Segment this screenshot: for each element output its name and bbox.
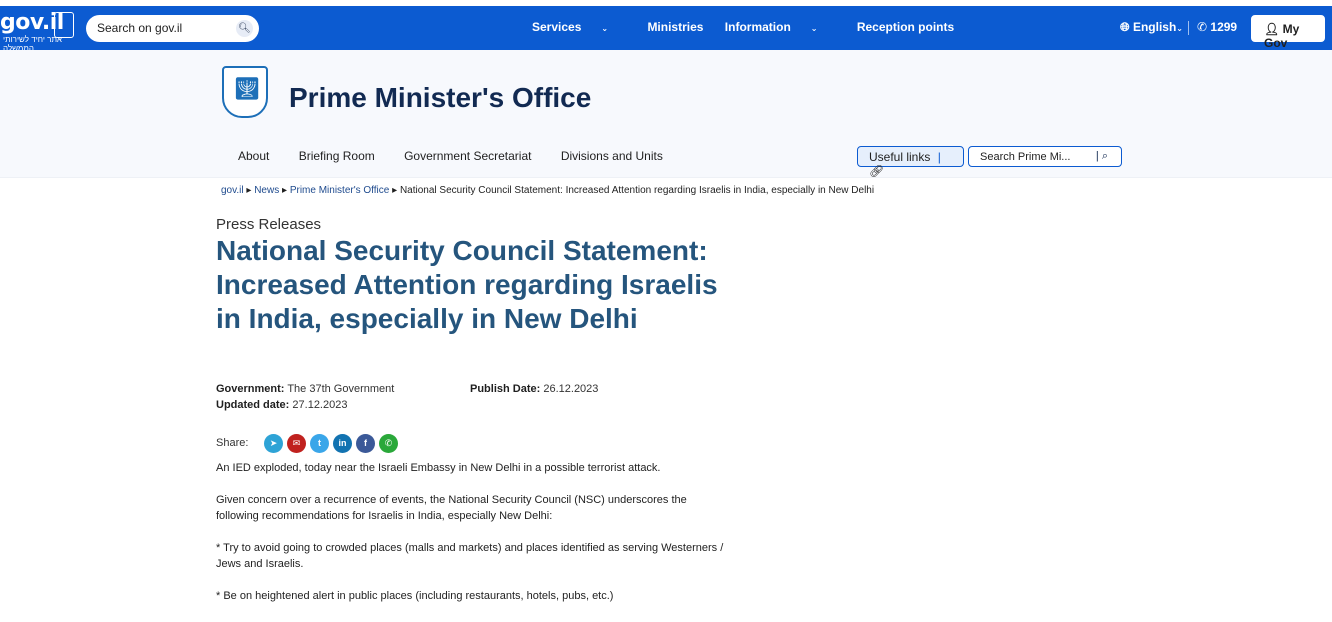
link-icon: 🔗︎ [869,164,885,178]
nav-ministries[interactable]: Ministries [647,20,703,34]
subnav-divisions-units[interactable]: Divisions and Units [561,149,663,163]
chevron-down-icon: ⌄ [810,24,818,33]
breadcrumb-current: National Security Council Statement: Inc… [399,185,875,196]
subnav-about[interactable]: About [238,149,269,163]
globe-icon: 🌐︎ [1120,20,1130,34]
article-category: Press Releases [216,216,322,233]
email-icon[interactable]: ✉ [287,434,306,453]
chevron-right-icon: ▸ [282,185,290,196]
chevron-down-icon: ⌄ [601,24,609,33]
article-paragraph: Given concern over a recurrence of event… [216,494,687,522]
nav-information[interactable]: Information ⌄ [725,20,836,34]
breadcrumb-news[interactable]: News [254,185,279,196]
subnav-briefing-room[interactable]: Briefing Room [299,149,375,163]
search-placeholder: Search on gov.il [97,21,183,35]
article-title: National Security Council Statement: Inc… [216,235,718,334]
linkedin-icon[interactable]: in [333,434,352,453]
share-label: Share: [216,437,249,449]
state-emblem-icon[interactable]: 🕎︎ [222,66,268,118]
whatsapp-icon[interactable]: ✆ [379,434,398,453]
top-bar: gov.il אתר יחיד לשירותי הממשלה Search on… [0,6,1332,53]
twitter-icon[interactable]: t [310,434,329,453]
facebook-icon[interactable]: f [356,434,375,453]
chevron-down-icon: ⌄ [1176,24,1183,33]
search-icon[interactable]: | ⌕ [1096,150,1108,163]
article-paragraph: * Try to avoid going to crowded places (… [216,542,724,570]
language-selector[interactable]: 🌐︎ English⌄ [1120,20,1183,35]
phone-icon: ✆ [1197,20,1208,34]
meta-government: Government: The 37th Government [216,383,395,395]
main-nav: Services ⌄ Ministries Information ⌄ Recept… [532,20,972,34]
chevron-right-icon: ▸ [392,185,400,196]
breadcrumb-gov-il[interactable]: gov.il [221,185,244,196]
meta-updated-date: Updated date: 27.12.2023 [216,399,348,411]
search-icon[interactable]: 🔍︎ [236,20,253,37]
section-nav: About Briefing Room Government Secretari… [238,149,689,163]
gov-il-logo[interactable]: gov.il אתר יחיד לשירותי הממשלה [0,8,78,53]
breadcrumb: gov.il ▸ News ▸ Prime Minister's Office … [221,185,874,196]
my-gov-button[interactable]: 👤︎ My Gov [1251,15,1325,50]
menorah-icon [54,12,74,38]
site-search-input[interactable]: Search Prime Mi... | ⌕ [968,146,1122,167]
site-header: 🕎︎ Prime Minister's Office About Briefin… [0,50,1332,178]
telegram-icon[interactable]: ➤ [264,434,283,453]
useful-links-button[interactable]: Useful links | 🔗︎ [857,146,964,178]
article-paragraph: An IED exploded, today near the Israeli … [216,462,661,474]
subnav-government-secretariat[interactable]: Government Secretariat [404,149,531,163]
article-paragraph: * Be on heightened alert in public place… [216,590,614,602]
meta-publish-date: Publish Date: 26.12.2023 [470,383,599,395]
nav-services[interactable]: Services ⌄ [532,20,626,34]
user-icon: 👤︎ [1264,22,1280,36]
phone-link[interactable]: ✆ 1299 [1197,20,1237,34]
search-input[interactable]: Search on gov.il 🔍︎ [86,15,259,42]
breadcrumb-pmo[interactable]: Prime Minister's Office [290,185,390,196]
nav-reception-points[interactable]: Reception points [857,20,954,34]
divider [1188,21,1189,35]
site-title[interactable]: Prime Minister's Office [289,82,591,114]
